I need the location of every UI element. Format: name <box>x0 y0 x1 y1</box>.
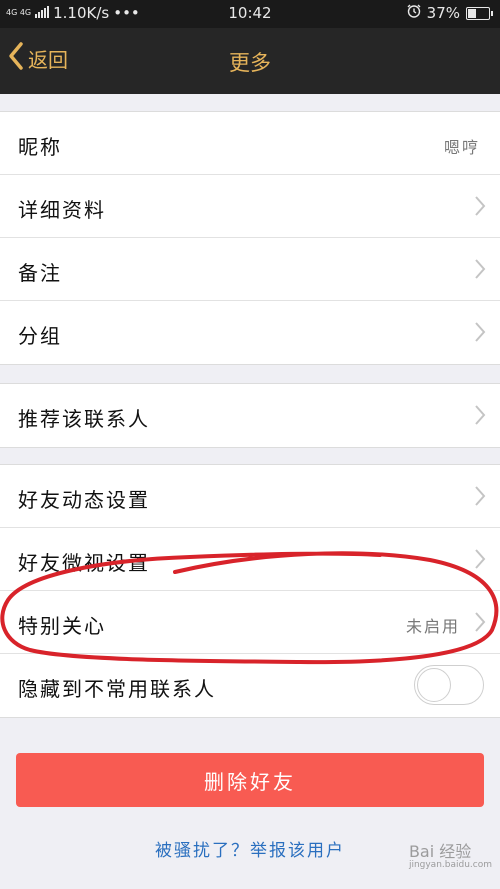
toggle-knob <box>417 668 451 702</box>
special-care-row[interactable]: 特别关心 未启用 <box>0 591 500 654</box>
row-label: 特别关心 <box>18 614 106 638</box>
settings-group-recommend: 推荐该联系人 <box>0 383 500 448</box>
friend-feed-settings-row[interactable]: 好友动态设置 <box>0 465 500 528</box>
chevron-right-icon <box>474 611 486 637</box>
hide-contact-row: 隐藏到不常用联系人 <box>0 654 500 717</box>
nickname-row[interactable]: 昵称 嗯哼 <box>0 112 500 175</box>
hide-contact-toggle[interactable] <box>414 665 484 705</box>
row-label: 备注 <box>18 261 62 285</box>
settings-group-profile: 昵称 嗯哼 详细资料 备注 分组 <box>0 111 500 365</box>
row-label: 推荐该联系人 <box>18 407 150 431</box>
chevron-right-icon <box>474 548 486 574</box>
chevron-right-icon <box>474 321 486 347</box>
special-care-status: 未启用 <box>405 617 460 636</box>
battery-icon <box>466 6 493 20</box>
row-label: 好友动态设置 <box>18 488 150 512</box>
row-label: 好友微视设置 <box>18 551 150 575</box>
status-bar: 4G 4G 1.10K/s ••• 10:42 37% <box>0 0 500 28</box>
row-label: 分组 <box>18 324 62 348</box>
row-label: 详细资料 <box>18 198 106 222</box>
nickname-value: 嗯哼 <box>443 138 480 157</box>
chevron-right-icon <box>474 258 486 284</box>
group-row[interactable]: 分组 <box>0 301 500 364</box>
baidu-jingyan-watermark: Bai 经验 jingyan.baidu.com <box>409 838 492 870</box>
status-right: 37% <box>407 4 493 22</box>
battery-percent: 37% <box>426 4 460 22</box>
chevron-right-icon <box>474 195 486 221</box>
row-label: 隐藏到不常用联系人 <box>18 677 216 701</box>
battery-fill <box>468 8 477 18</box>
friend-microvideo-settings-row[interactable]: 好友微视设置 <box>0 528 500 591</box>
alarm-clock-icon <box>407 4 421 22</box>
remark-row[interactable]: 备注 <box>0 238 500 301</box>
row-label: 昵称 <box>18 135 62 159</box>
details-row[interactable]: 详细资料 <box>0 175 500 238</box>
delete-friend-button[interactable]: 删除好友 <box>16 753 484 807</box>
page-title: 更多 <box>229 51 271 75</box>
watermark-url: jingyan.baidu.com <box>408 860 492 870</box>
recommend-contact-row[interactable]: 推荐该联系人 <box>0 384 500 447</box>
navigation-bar: 返回 更多 <box>0 28 500 94</box>
chevron-right-icon <box>474 404 486 430</box>
chevron-right-icon <box>474 485 486 511</box>
settings-group-privacy: 好友动态设置 好友微视设置 特别关心 未启用 隐藏到不常用联系人 <box>0 464 500 718</box>
watermark-text: Bai 经验 <box>408 842 472 861</box>
